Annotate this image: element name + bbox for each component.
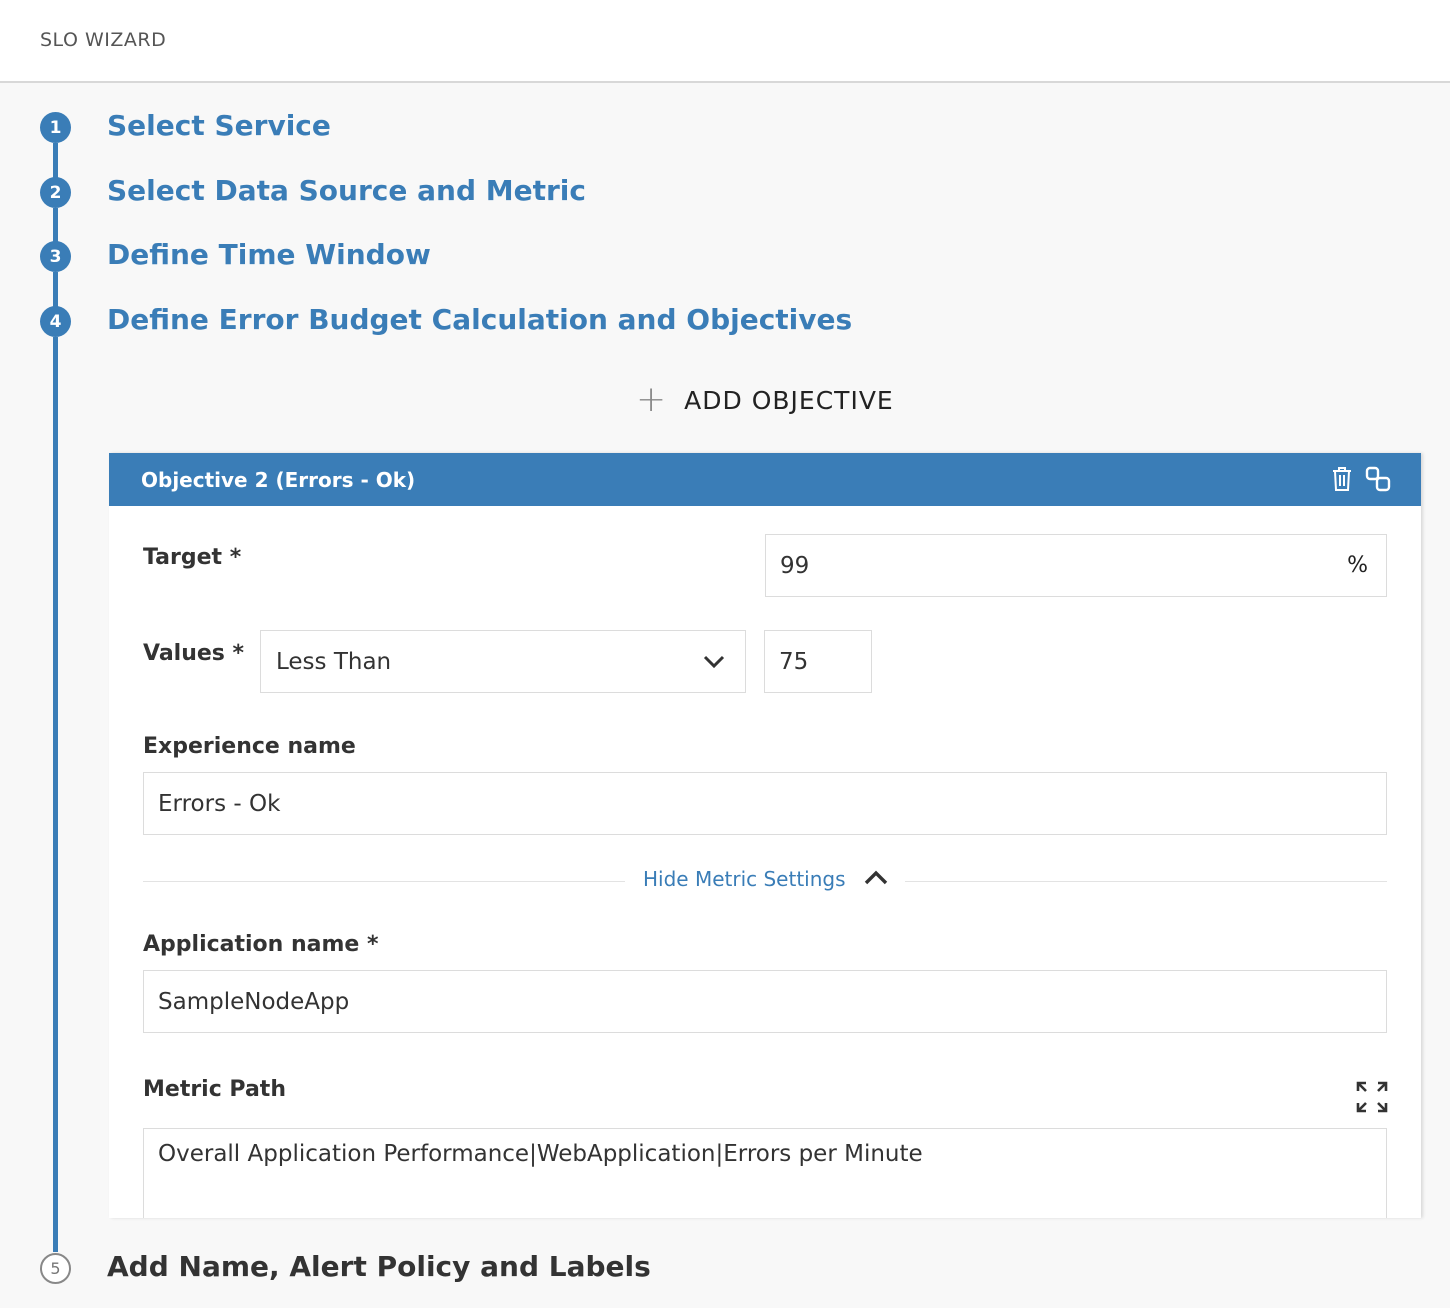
application-name-label: Application name * xyxy=(143,932,379,957)
step-1-title[interactable]: Select Service xyxy=(107,109,331,142)
wizard-title: SLO WIZARD xyxy=(40,29,167,51)
copy-icon[interactable] xyxy=(1365,466,1391,492)
step-5-title[interactable]: Add Name, Alert Policy and Labels xyxy=(107,1250,651,1283)
add-objective-button[interactable]: + ADD OBJECTIVE xyxy=(636,380,894,420)
stepper-connector xyxy=(53,337,58,1252)
stepper-connector xyxy=(53,272,58,307)
threshold-value: 75 xyxy=(779,648,809,675)
application-name-value: SampleNodeApp xyxy=(158,988,350,1015)
plus-icon: + xyxy=(636,379,667,420)
chevron-down-icon xyxy=(703,649,725,675)
operator-value: Less Than xyxy=(276,648,392,675)
target-label: Target * xyxy=(143,545,242,570)
divider xyxy=(143,881,625,882)
target-input[interactable]: 99 % xyxy=(765,534,1387,597)
objective-header: Objective 2 (Errors - Ok) xyxy=(109,453,1421,506)
step-1-number: 1 xyxy=(40,112,71,143)
metric-path-textarea[interactable]: Overall Application Performance|WebAppli… xyxy=(143,1128,1387,1218)
step-3-number: 3 xyxy=(40,241,71,272)
experience-name-value: Errors - Ok xyxy=(158,790,281,817)
experience-name-input[interactable]: Errors - Ok xyxy=(143,772,1387,835)
divider xyxy=(905,881,1387,882)
stepper-connector xyxy=(53,143,58,178)
stepper-connector xyxy=(53,208,58,242)
metric-path-label: Metric Path xyxy=(143,1077,286,1102)
metric-path-value: Overall Application Performance|WebAppli… xyxy=(158,1141,923,1167)
objective-title: Objective 2 (Errors - Ok) xyxy=(141,467,416,492)
experience-name-label: Experience name xyxy=(143,734,356,759)
expand-icon[interactable] xyxy=(1356,1081,1388,1113)
objective-card: Objective 2 (Errors - Ok) Target * 99 % … xyxy=(109,453,1421,1218)
step-2-number: 2 xyxy=(40,177,71,208)
hide-metric-settings-toggle[interactable]: Hide Metric Settings xyxy=(643,867,888,891)
wizard-header: SLO WIZARD xyxy=(0,0,1450,83)
trash-icon[interactable] xyxy=(1329,466,1355,492)
step-4-number: 4 xyxy=(40,306,71,337)
percent-suffix: % xyxy=(1347,553,1368,578)
hide-metric-settings-label: Hide Metric Settings xyxy=(643,867,846,891)
step-3-title[interactable]: Define Time Window xyxy=(107,238,431,271)
application-name-input[interactable]: SampleNodeApp xyxy=(143,970,1387,1033)
step-2-title[interactable]: Select Data Source and Metric xyxy=(107,174,586,207)
target-value: 99 xyxy=(780,552,810,579)
values-label: Values * xyxy=(143,641,245,666)
step-5-number: 5 xyxy=(40,1253,71,1284)
threshold-input[interactable]: 75 xyxy=(764,630,872,693)
add-objective-label: ADD OBJECTIVE xyxy=(684,385,894,415)
operator-select[interactable]: Less Than xyxy=(260,630,746,693)
chevron-up-icon xyxy=(864,870,888,889)
step-4-title[interactable]: Define Error Budget Calculation and Obje… xyxy=(107,303,852,336)
